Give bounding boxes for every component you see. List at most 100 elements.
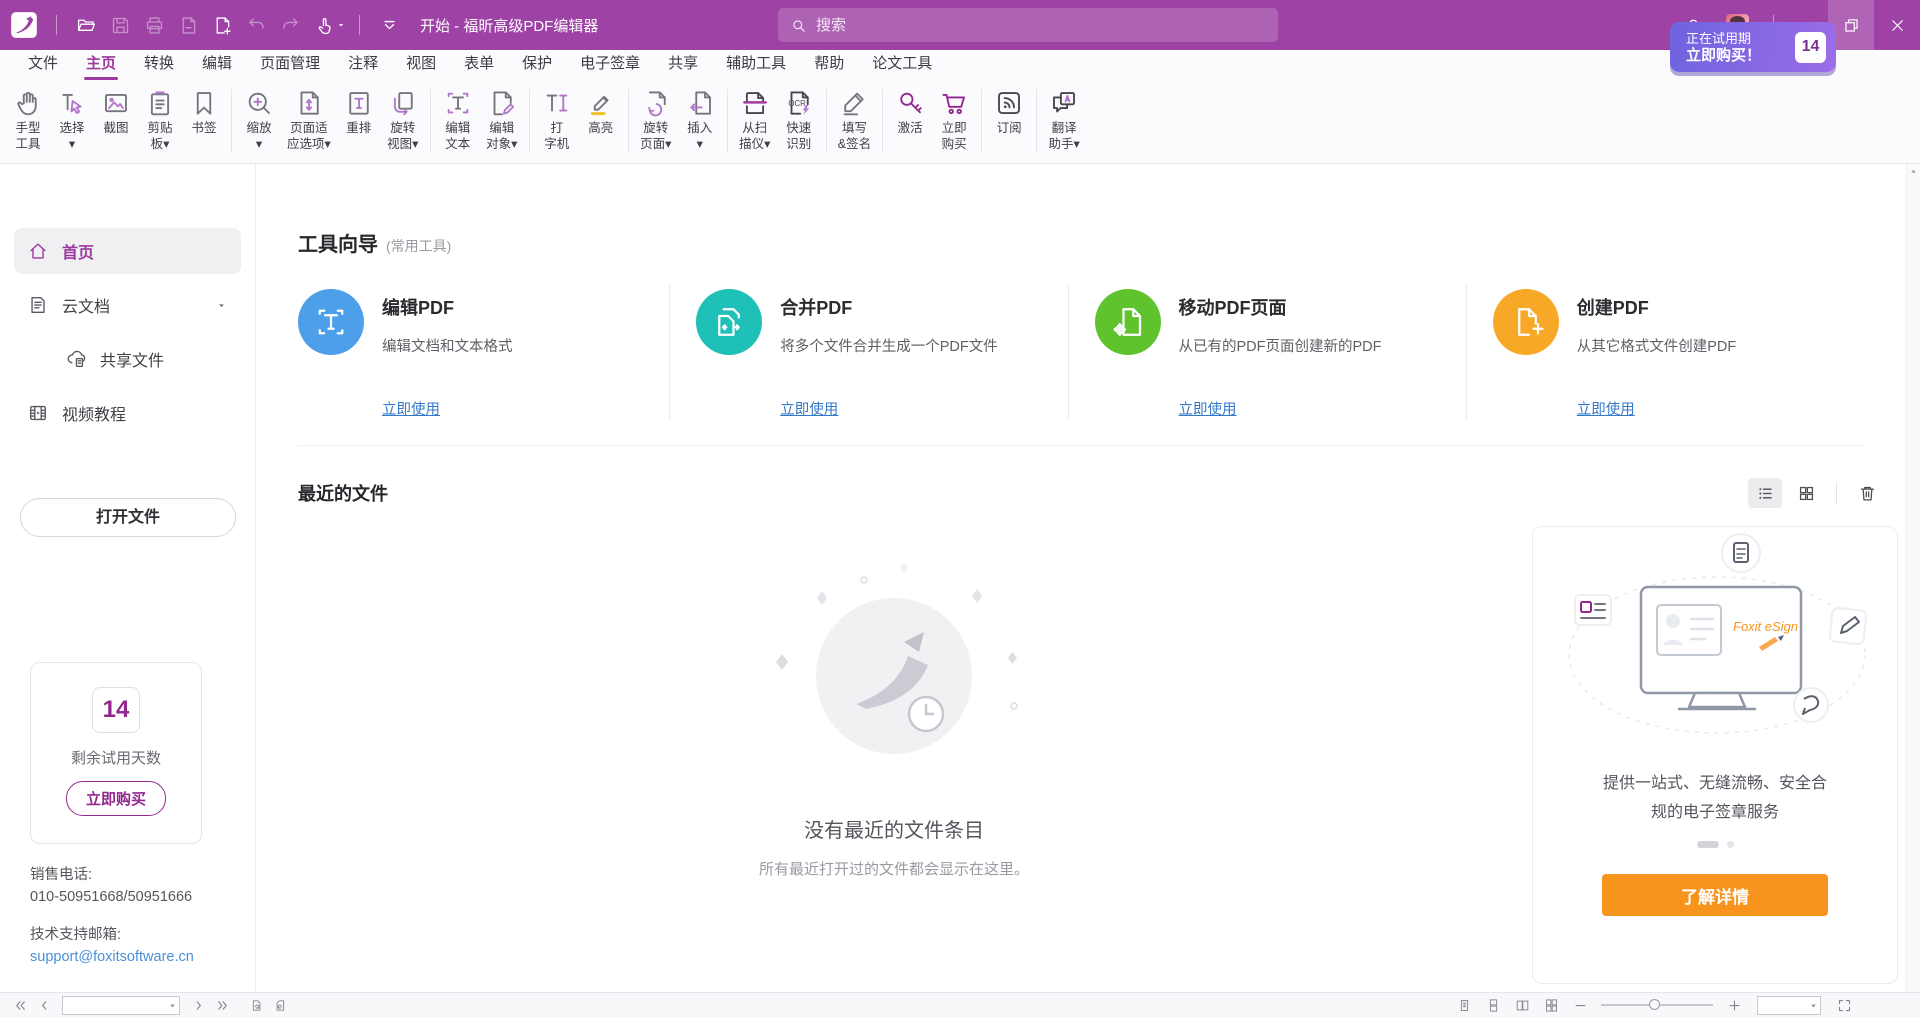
- export-page-icon[interactable]: [171, 8, 205, 42]
- menu-item-comment[interactable]: 注释: [334, 50, 392, 80]
- sidebar-item-video-tutorials[interactable]: 视频教程: [14, 390, 241, 436]
- tool-buy-now[interactable]: 立即 购买: [932, 87, 976, 153]
- tool-typewriter[interactable]: 打 字机: [535, 87, 579, 153]
- tool-reflow[interactable]: 重排: [337, 87, 381, 137]
- undo-icon[interactable]: [239, 8, 273, 42]
- use-now-link-create-pdf[interactable]: 立即使用: [1577, 398, 1635, 419]
- tool-subscribe[interactable]: 订阅: [987, 87, 1031, 137]
- use-now-link-merge-pdf[interactable]: 立即使用: [780, 398, 838, 419]
- tool-card-edit-pdf: 编辑PDF编辑文档和文本格式立即使用: [298, 285, 669, 419]
- zoom-percent-input[interactable]: [1758, 998, 1808, 1012]
- tool-insert[interactable]: 插入 ▾: [678, 87, 722, 153]
- tool-highlight[interactable]: 高亮: [579, 87, 623, 137]
- open-file-icon[interactable]: [69, 8, 103, 42]
- grid-view-button[interactable]: [1789, 478, 1823, 508]
- touch-mode-caret-icon[interactable]: [335, 19, 347, 31]
- sidebar-item-shared-files[interactable]: 共享文件: [52, 336, 241, 382]
- tool-fit-page-options[interactable]: 页面适 应选项▾: [281, 87, 337, 153]
- menu-item-share[interactable]: 共享: [654, 50, 712, 80]
- previous-page-button[interactable]: [32, 994, 56, 1016]
- tool-fill-sign[interactable]: 填写 &签名: [832, 87, 877, 153]
- menu-item-help[interactable]: 帮助: [800, 50, 858, 80]
- menu-item-protect[interactable]: 保护: [508, 50, 566, 80]
- snapshot-icon: [101, 88, 131, 118]
- tool-clipboard[interactable]: 剪贴 板▾: [138, 87, 182, 153]
- tool-card-top: 移动PDF页面从已有的PDF页面创建新的PDF: [1095, 289, 1448, 356]
- tool-select[interactable]: 选择 ▾: [50, 87, 94, 153]
- tool-card-text: 编辑PDF编辑文档和文本格式: [382, 289, 513, 356]
- redo-icon[interactable]: [273, 8, 307, 42]
- tool-from-scanner[interactable]: 从扫 描仪▾: [733, 87, 777, 153]
- zoom-icon: [244, 88, 274, 118]
- first-page-button[interactable]: [8, 994, 32, 1016]
- svg-text:OCR: OCR: [788, 99, 806, 108]
- last-page-button[interactable]: [210, 994, 234, 1016]
- tool-rotate-view[interactable]: 旋转 视图▾: [381, 87, 425, 153]
- menu-item-home[interactable]: 主页: [72, 50, 130, 80]
- menu-item-accessibility[interactable]: 辅助工具: [712, 50, 800, 80]
- clear-recent-trash-button[interactable]: [1850, 478, 1884, 508]
- menu-item-edit[interactable]: 编辑: [188, 50, 246, 80]
- open-file-button[interactable]: 打开文件: [20, 498, 236, 537]
- tool-bookmark[interactable]: 书签: [182, 87, 226, 137]
- trial-purchase-badge[interactable]: 正在试用期 立即购买！ 14: [1670, 22, 1836, 72]
- sales-phone-number: 010-50951668/50951666: [30, 886, 194, 908]
- use-now-link-move-pdf-pages[interactable]: 立即使用: [1179, 398, 1237, 419]
- print-icon[interactable]: [137, 8, 171, 42]
- next-page-button[interactable]: [186, 994, 210, 1016]
- global-search[interactable]: [778, 8, 1278, 42]
- combo-caret-icon: [167, 1000, 178, 1011]
- new-page-icon[interactable]: [205, 8, 239, 42]
- save-icon[interactable]: [103, 8, 137, 42]
- learn-more-button[interactable]: 了解详情: [1602, 874, 1828, 916]
- single-page-view-button[interactable]: [1452, 994, 1476, 1016]
- carousel-dot[interactable]: [1727, 841, 1734, 848]
- menu-item-esign[interactable]: 电子签章: [566, 50, 654, 80]
- zoom-in-button[interactable]: [1722, 994, 1746, 1016]
- continuous-view-button[interactable]: [1481, 994, 1505, 1016]
- support-email-link[interactable]: support@foxitsoftware.cn: [30, 946, 194, 968]
- menu-item-file[interactable]: 文件: [14, 50, 72, 80]
- collapse-toolbar-icon[interactable]: [372, 8, 406, 42]
- expand-caret-icon[interactable]: [215, 299, 228, 312]
- menu-item-paper-tools[interactable]: 论文工具: [858, 50, 946, 80]
- tool-activate[interactable]: 激活: [888, 87, 932, 137]
- tool-rotate-pages[interactable]: 旋转 页面▾: [634, 87, 678, 153]
- use-now-link-edit-pdf[interactable]: 立即使用: [382, 398, 440, 419]
- tool-quick-ocr[interactable]: OCR 快速 识别: [777, 87, 821, 153]
- tool-edit-object[interactable]: 编辑 对象▾: [480, 87, 524, 153]
- zoom-slider[interactable]: [1601, 1004, 1713, 1006]
- facing-view-button[interactable]: [1510, 994, 1534, 1016]
- tool-translate-assistant[interactable]: 翻译 助手▾: [1042, 87, 1086, 153]
- facing-continuous-view-button[interactable]: [1539, 994, 1563, 1016]
- fit-screen-button[interactable]: [1832, 994, 1856, 1016]
- shared-files-icon: [65, 348, 87, 370]
- sidebar-item-home[interactable]: 首页: [14, 228, 241, 274]
- menu-item-convert[interactable]: 转换: [130, 50, 188, 80]
- zoom-slider-thumb[interactable]: [1649, 999, 1660, 1010]
- edit-object-icon: [487, 88, 517, 118]
- close-button[interactable]: [1874, 0, 1920, 50]
- search-input[interactable]: [816, 17, 1266, 34]
- tool-quick-ocr-label: 快速 识别: [786, 120, 811, 152]
- page-number-combobox[interactable]: [62, 996, 180, 1015]
- next-view-button[interactable]: [268, 994, 292, 1016]
- menu-item-view[interactable]: 视图: [392, 50, 450, 80]
- tool-edit-text[interactable]: 编辑 文本: [436, 87, 480, 153]
- buy-now-button[interactable]: 立即购买: [66, 781, 166, 816]
- tool-snapshot[interactable]: 截图: [94, 87, 138, 137]
- zoom-out-button[interactable]: [1568, 994, 1592, 1016]
- contact-info: 销售电话: 010-50951668/50951666 技术支持邮箱: supp…: [30, 864, 194, 984]
- esign-illustration: Foxit eSign: [1545, 527, 1885, 759]
- list-view-button[interactable]: [1748, 478, 1782, 508]
- content-scrollbar[interactable]: [1906, 164, 1920, 992]
- carousel-dot-active[interactable]: [1697, 841, 1719, 848]
- previous-view-button[interactable]: [244, 994, 268, 1016]
- page-number-input[interactable]: [63, 998, 167, 1012]
- tool-zoom[interactable]: 缩放 ▾: [237, 87, 281, 153]
- zoom-percent-combobox[interactable]: [1757, 996, 1821, 1015]
- menu-item-page-manage[interactable]: 页面管理: [246, 50, 334, 80]
- menu-item-form[interactable]: 表单: [450, 50, 508, 80]
- sidebar-item-cloud-docs[interactable]: 云文档: [14, 282, 241, 328]
- tool-hand-tool[interactable]: 手型 工具: [6, 87, 50, 153]
